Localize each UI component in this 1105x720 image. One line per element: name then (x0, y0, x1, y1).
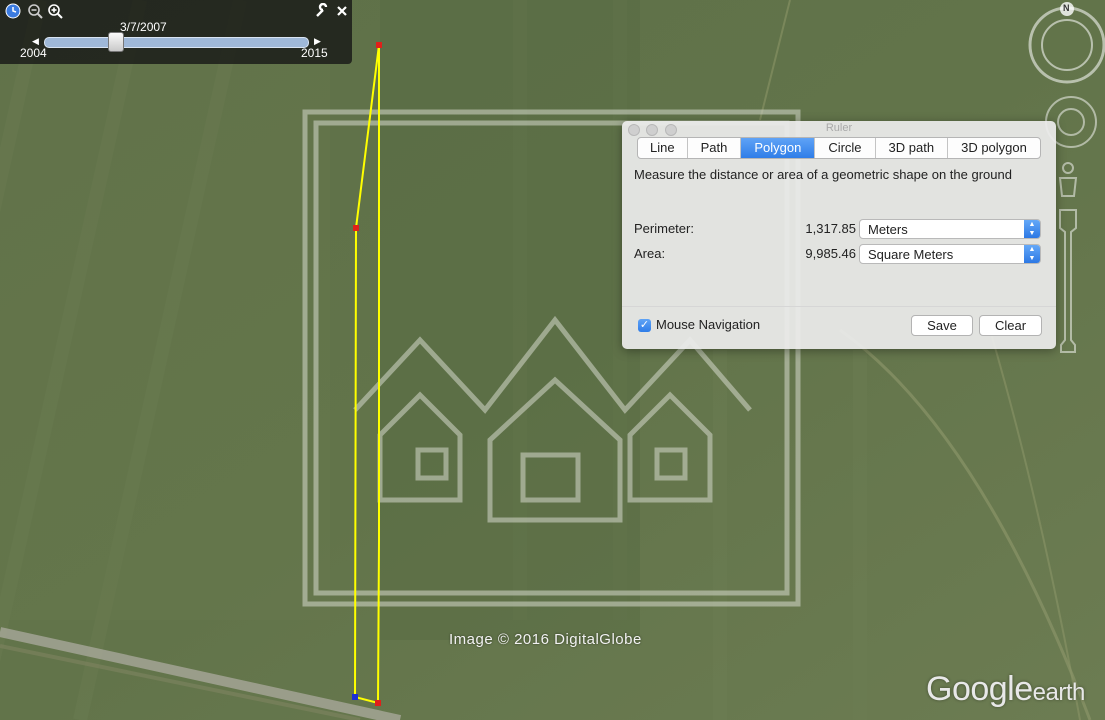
time-slider-track[interactable] (44, 37, 309, 48)
compass-north-label[interactable]: N (1063, 3, 1070, 13)
google-earth-logo: Googleearth (926, 670, 1085, 709)
ruler-titlebar[interactable]: Ruler (622, 121, 1056, 137)
close-icon[interactable] (334, 3, 350, 19)
imagery-credit: Image © 2016 DigitalGlobe (449, 631, 642, 648)
logo-main: Google (926, 670, 1033, 708)
polygon-vertex (376, 42, 382, 48)
perimeter-unit: Meters (868, 222, 908, 237)
ruler-description: Measure the distance or area of a geomet… (634, 167, 1012, 182)
clock-icon[interactable] (5, 3, 21, 19)
tab-3d-polygon[interactable]: 3D polygon (948, 138, 1040, 158)
tab-polygon[interactable]: Polygon (741, 138, 816, 158)
save-button[interactable]: Save (911, 315, 973, 336)
zoom-in-icon[interactable] (47, 3, 63, 19)
area-value: 9,985.46 (805, 246, 856, 261)
mouse-navigation-checkbox[interactable]: ✓ (638, 319, 651, 332)
area-label: Area: (634, 246, 666, 261)
compass-ring (1028, 6, 1105, 84)
area-unit-select[interactable]: Square Meters ▲ ▼ (859, 244, 1041, 264)
tab-line[interactable]: Line (638, 138, 688, 158)
ruler-title: Ruler (825, 122, 853, 134)
select-arrows-icon: ▲ ▼ (1024, 245, 1040, 263)
time-slider-thumb[interactable] (108, 32, 124, 52)
mouse-navigation-label[interactable]: Mouse Navigation (656, 317, 760, 332)
perimeter-label: Perimeter: (634, 221, 694, 236)
tab-3d-path[interactable]: 3D path (876, 138, 949, 158)
time-slider-date: 3/7/2007 (120, 20, 167, 34)
logo-sub: earth (1032, 679, 1086, 706)
select-arrows-icon: ▲ ▼ (1024, 220, 1040, 238)
wrench-icon[interactable] (314, 3, 330, 19)
area-unit: Square Meters (868, 247, 954, 262)
polygon-vertex (353, 225, 359, 231)
time-slider-start: 2004 (20, 46, 47, 60)
polygon-vertex (375, 700, 381, 706)
time-slider-panel: 3/7/2007 ◀ ▶ 2004 2015 (0, 0, 352, 64)
satellite-map[interactable] (0, 0, 1105, 720)
street-view-pegman-icon (1058, 162, 1078, 197)
time-slider-end: 2015 (301, 46, 328, 60)
perimeter-value: 1,317.85 (805, 221, 856, 236)
perimeter-unit-select[interactable]: Meters ▲ ▼ (859, 219, 1041, 239)
clear-button[interactable]: Clear (979, 315, 1042, 336)
zoom-out-icon[interactable] (27, 3, 43, 19)
zoom-slider (1059, 209, 1077, 353)
tab-circle[interactable]: Circle (815, 138, 876, 158)
ruler-tabs: Line Path Polygon Circle 3D path 3D poly… (637, 137, 1041, 159)
polygon-vertex (352, 694, 358, 700)
tab-path[interactable]: Path (688, 138, 742, 158)
divider (622, 306, 1056, 307)
ruler-dialog: Ruler Line Path Polygon Circle 3D path 3… (622, 121, 1056, 349)
